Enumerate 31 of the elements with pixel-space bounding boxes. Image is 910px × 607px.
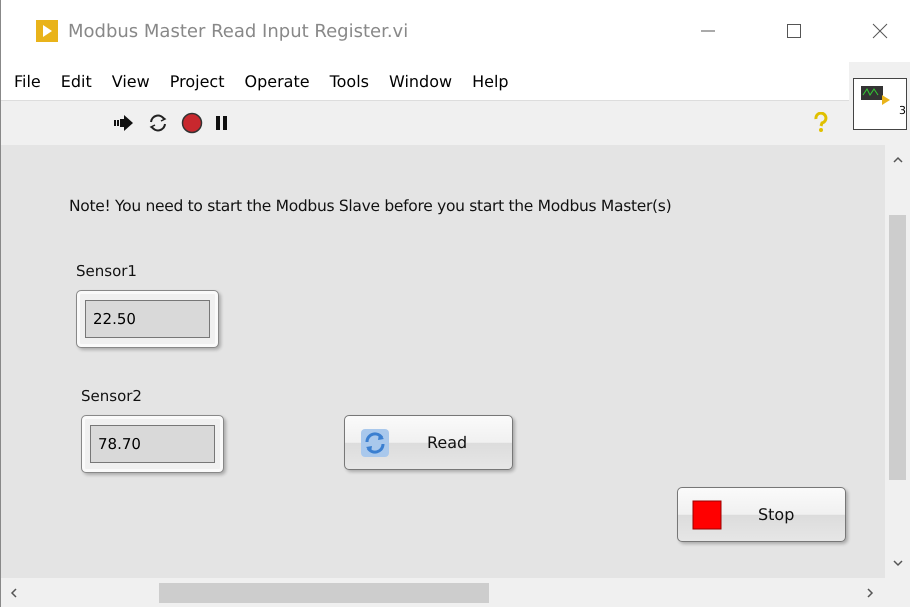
note-text: Note! You need to start the Modbus Slave before you start the Modbus Master(s) bbox=[69, 197, 672, 215]
run-arrow-icon[interactable] bbox=[113, 113, 135, 133]
indicator-value: 78.70 bbox=[90, 425, 215, 463]
indicator-value: 22.50 bbox=[85, 300, 210, 338]
menu-item[interactable]: Window bbox=[389, 72, 452, 90]
pause-icon[interactable] bbox=[215, 114, 229, 132]
menu-item[interactable]: Tools bbox=[330, 72, 369, 90]
refresh-icon bbox=[359, 426, 391, 458]
menu-item[interactable]: Operate bbox=[244, 72, 310, 90]
indicator-label: Sensor1 bbox=[76, 262, 137, 280]
maximize-icon[interactable] bbox=[786, 23, 802, 39]
menu-item[interactable]: View bbox=[112, 72, 150, 90]
window-title: Modbus Master Read Input Register.vi bbox=[68, 20, 408, 42]
menu-item[interactable]: Project bbox=[170, 72, 224, 90]
read-button[interactable]: Read bbox=[344, 415, 513, 470]
close-icon[interactable] bbox=[872, 23, 888, 39]
abort-icon[interactable] bbox=[181, 112, 203, 134]
indicator-label: Sensor2 bbox=[81, 387, 142, 405]
stop-square-icon bbox=[692, 500, 722, 530]
run-continuously-icon[interactable] bbox=[147, 113, 169, 133]
app-icon bbox=[36, 20, 58, 42]
scroll-right-icon[interactable] bbox=[865, 586, 875, 598]
vi-icon: 3 bbox=[853, 78, 907, 130]
scroll-up-icon[interactable] bbox=[892, 155, 904, 165]
menu-item[interactable]: Edit bbox=[60, 72, 92, 90]
stop-button[interactable]: Stop bbox=[677, 487, 846, 542]
horizontal-scrollbar[interactable] bbox=[1, 578, 910, 607]
menu-item[interactable]: File bbox=[14, 72, 41, 90]
scroll-down-icon[interactable] bbox=[892, 558, 904, 568]
scroll-left-icon[interactable] bbox=[9, 586, 19, 598]
menu-item[interactable]: Help bbox=[472, 72, 509, 90]
